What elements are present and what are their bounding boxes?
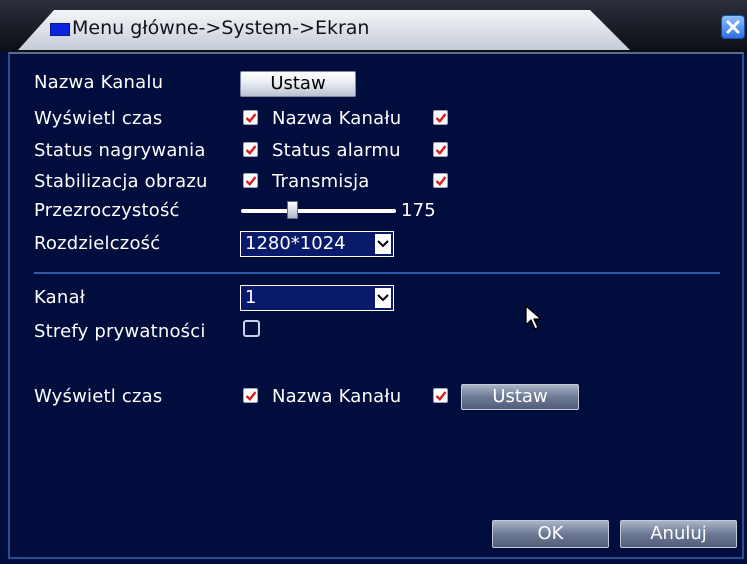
stabilization-label: Stabilizacja obrazu <box>34 171 208 192</box>
channel-show-name-checkbox[interactable] <box>433 388 448 403</box>
channel-show-time-label: Wyświetl czas <box>34 386 163 407</box>
channel-name-set-button[interactable]: Ustaw <box>240 71 356 97</box>
ok-button[interactable]: OK <box>492 520 609 548</box>
close-icon <box>726 20 740 34</box>
checkmark-icon <box>245 176 257 186</box>
transparency-slider-thumb[interactable] <box>286 201 298 219</box>
chevron-down-icon <box>377 294 389 302</box>
channel-show-time-checkbox[interactable] <box>243 388 258 403</box>
window-title: Menu główne->System->Ekran <box>72 17 370 39</box>
checkmark-icon <box>435 391 447 401</box>
checkmark-icon <box>245 113 257 123</box>
channel-value: 1 <box>245 287 257 308</box>
cancel-button[interactable]: Anuluj <box>620 520 737 548</box>
dropdown-arrow[interactable] <box>375 234 391 254</box>
transparency-value: 175 <box>401 200 436 221</box>
channel-show-name-label: Nazwa Kanału <box>272 386 402 407</box>
menu-icon <box>50 23 70 36</box>
resolution-label: Rozdzielczość <box>34 233 161 254</box>
dialog-window: Menu główne->System->Ekran Nazwa Kanalu … <box>0 0 747 564</box>
close-button[interactable] <box>721 15 745 39</box>
mouse-cursor-icon <box>525 305 542 330</box>
title-bar: Menu główne->System->Ekran <box>0 0 747 52</box>
channel-set-button[interactable]: Ustaw <box>461 384 579 410</box>
record-status-checkbox[interactable] <box>243 142 258 157</box>
resolution-value: 1280*1024 <box>245 233 346 254</box>
show-channel-name-label: Nazwa Kanału <box>272 108 402 129</box>
show-time-checkbox[interactable] <box>243 110 258 125</box>
checkmark-icon <box>435 145 447 155</box>
dropdown-arrow[interactable] <box>375 288 391 308</box>
privacy-zones-label: Strefy prywatności <box>34 321 206 342</box>
privacy-zones-checkbox[interactable] <box>243 320 260 337</box>
show-channel-name-checkbox[interactable] <box>433 110 448 125</box>
channel-name-label: Nazwa Kanalu <box>34 72 164 93</box>
transmission-label: Transmisja <box>272 171 370 192</box>
section-divider <box>34 272 720 274</box>
checkmark-icon <box>245 145 257 155</box>
alarm-status-label: Status alarmu <box>272 140 401 161</box>
checkmark-icon <box>245 391 257 401</box>
channel-label: Kanał <box>34 287 86 308</box>
transmission-checkbox[interactable] <box>433 173 448 188</box>
transparency-label: Przezroczystość <box>34 200 180 221</box>
transparency-slider[interactable] <box>241 209 396 213</box>
checkmark-icon <box>435 176 447 186</box>
chevron-down-icon <box>377 240 389 248</box>
show-time-label: Wyświetl czas <box>34 108 163 129</box>
record-status-label: Status nagrywania <box>34 140 206 161</box>
stabilization-checkbox[interactable] <box>243 173 258 188</box>
checkmark-icon <box>435 113 447 123</box>
alarm-status-checkbox[interactable] <box>433 142 448 157</box>
channel-select[interactable]: 1 <box>240 285 394 311</box>
resolution-select[interactable]: 1280*1024 <box>240 231 394 257</box>
